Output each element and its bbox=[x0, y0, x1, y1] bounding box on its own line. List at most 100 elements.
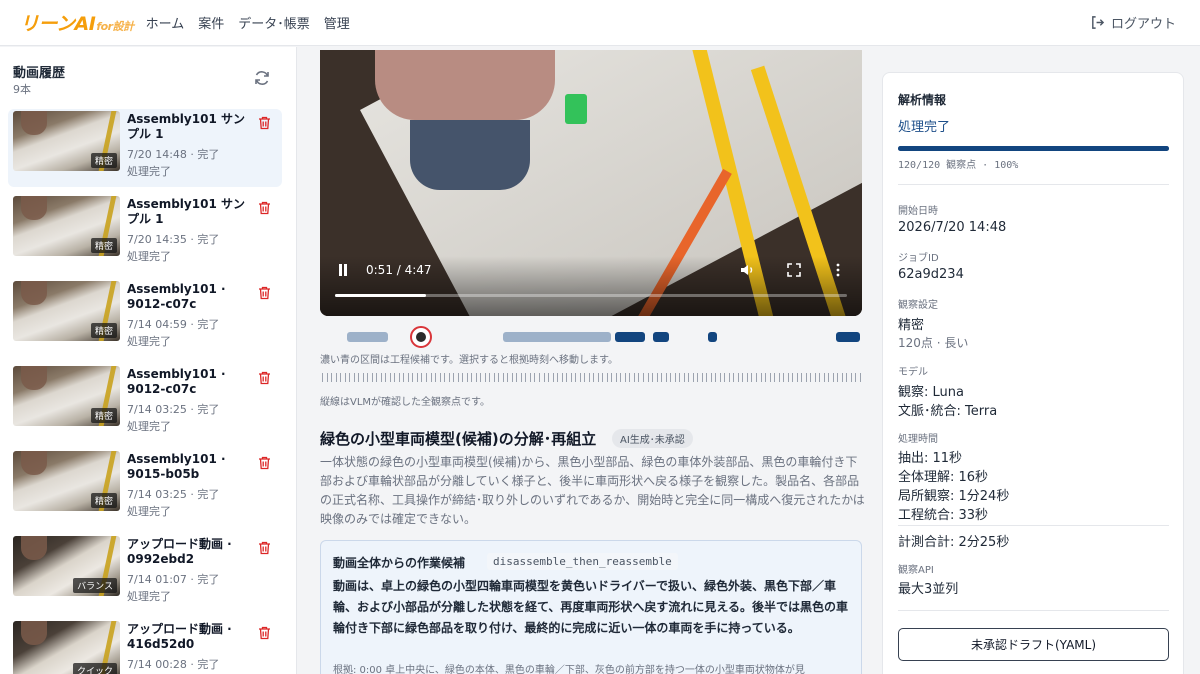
observation-tick bbox=[548, 373, 550, 382]
divider bbox=[898, 610, 1169, 611]
process-timeline[interactable] bbox=[320, 326, 862, 348]
video-date: 7/20 14:35 · 完了 bbox=[127, 233, 220, 246]
trash-icon[interactable] bbox=[258, 626, 271, 640]
observation-tick bbox=[746, 373, 748, 382]
trash-icon[interactable] bbox=[258, 456, 271, 470]
observation-tick bbox=[416, 373, 418, 382]
observation-tick bbox=[421, 373, 423, 382]
video-item[interactable]: クイック アップロード動画 · 416d52d0 7/14 00:28 · 完了 bbox=[8, 619, 282, 674]
observation-tick bbox=[620, 373, 622, 382]
nav-projects[interactable]: 案件 bbox=[198, 13, 224, 32]
trash-icon[interactable] bbox=[258, 541, 271, 555]
draft-yaml-button[interactable]: 未承認ドラフト(YAML) bbox=[898, 628, 1169, 661]
observation-tick bbox=[697, 373, 699, 382]
timeline-segment[interactable] bbox=[347, 332, 388, 342]
video-frame-person-legs bbox=[410, 120, 530, 190]
video-item[interactable]: 精密 Assembly101 · 9015-b05b 7/14 03:25 · … bbox=[8, 449, 282, 527]
ai-draft-tag: AI生成･未承認 bbox=[612, 429, 693, 448]
playhead-marker[interactable] bbox=[409, 326, 432, 348]
logout-icon bbox=[1092, 16, 1105, 29]
total-time: 計測合計: 2分25秒 bbox=[898, 535, 1010, 550]
fullscreen-icon[interactable] bbox=[787, 263, 801, 277]
observation-tick bbox=[593, 373, 595, 382]
observation-tick bbox=[765, 373, 767, 382]
observation-tick bbox=[652, 373, 654, 382]
video-item[interactable]: 精密 Assembly101 サンプル 1 7/20 14:48 · 完了 処理… bbox=[8, 109, 282, 187]
observation-tick bbox=[502, 373, 504, 382]
observation-tick bbox=[570, 373, 572, 382]
observation-tick bbox=[665, 373, 667, 382]
timeline-segment[interactable] bbox=[614, 332, 646, 342]
playback-time: 0:51 / 4:47 bbox=[366, 263, 432, 277]
observation-tick bbox=[796, 373, 798, 382]
video-item[interactable]: 精密 Assembly101 サンプル 1 7/20 14:35 · 完了 処理… bbox=[8, 194, 282, 272]
observation-tick bbox=[760, 373, 762, 382]
timeline-segment[interactable] bbox=[707, 332, 718, 342]
card-heading: 動画全体からの作業候補 bbox=[333, 556, 466, 570]
observation-tick bbox=[783, 373, 785, 382]
video-status: 処理完了 bbox=[127, 505, 171, 518]
volume-icon[interactable] bbox=[740, 263, 756, 277]
refresh-icon[interactable] bbox=[253, 69, 271, 87]
timeline-segment[interactable] bbox=[835, 332, 861, 342]
timeline-segment[interactable] bbox=[653, 332, 670, 342]
video-status: 処理完了 bbox=[127, 590, 171, 603]
video-title: アップロード動画 · 0992ebd2 bbox=[127, 537, 232, 566]
video-thumbnail: 精密 bbox=[13, 281, 120, 341]
observation-tick bbox=[751, 373, 753, 382]
observation-tick bbox=[629, 373, 631, 382]
trash-icon[interactable] bbox=[258, 371, 271, 385]
observation-tick bbox=[412, 373, 414, 382]
trash-icon[interactable] bbox=[258, 286, 271, 300]
logout-button[interactable]: ログアウト bbox=[1090, 13, 1176, 32]
observation-tick bbox=[349, 373, 351, 382]
observation-tick bbox=[801, 373, 803, 382]
trash-icon[interactable] bbox=[258, 116, 271, 130]
app-logo[interactable]: リーンAI for設計 bbox=[20, 9, 134, 36]
observation-tick bbox=[353, 373, 355, 382]
observation-tick bbox=[425, 373, 427, 382]
observation-tick bbox=[597, 373, 599, 382]
nav-data-reports[interactable]: データ･帳票 bbox=[238, 13, 310, 32]
pause-icon[interactable] bbox=[337, 264, 349, 277]
candidate-title: 緑色の小型車両模型(候補)の分解･再組立 bbox=[320, 430, 597, 448]
video-item[interactable]: 精密 Assembly101 · 9012-c07c 7/14 04:59 · … bbox=[8, 279, 282, 357]
observation-tick bbox=[584, 373, 586, 382]
seek-bar[interactable] bbox=[335, 294, 847, 297]
card-code: disassemble_then_reassemble bbox=[487, 553, 678, 570]
model-observe: 観察: Luna bbox=[898, 385, 964, 400]
nav-admin[interactable]: 管理 bbox=[324, 13, 350, 32]
observation-tick bbox=[706, 373, 708, 382]
video-title: Assembly101 · 9012-c07c bbox=[127, 282, 226, 311]
candidate-description: 一体状態の緑色の小型車両模型(候補)から、黒色小型部品、緑色の車体外装部品、黒色… bbox=[320, 455, 865, 526]
observation-tick bbox=[602, 373, 604, 382]
observation-tick bbox=[520, 373, 522, 382]
observation-tick bbox=[679, 373, 681, 382]
card-body: 動画は、卓上の緑色の小型四輪車両模型を黄色いドライバーで扱い、緑色外装、黒色下部… bbox=[333, 579, 849, 635]
observation-tick bbox=[692, 373, 694, 382]
trash-icon[interactable] bbox=[258, 201, 271, 215]
observation-tick bbox=[462, 373, 464, 382]
observation-tick bbox=[787, 373, 789, 382]
observation-tick bbox=[407, 373, 409, 382]
observation-tick bbox=[430, 373, 432, 382]
observation-tick bbox=[742, 373, 744, 382]
tick-note: 縦線はVLMが確認した全観察点です。 bbox=[320, 397, 491, 408]
observation-tick bbox=[769, 373, 771, 382]
observation-tick bbox=[642, 373, 644, 382]
observation-tick bbox=[362, 373, 364, 382]
observation-tick bbox=[841, 373, 843, 382]
observation-tick bbox=[534, 373, 536, 382]
observation-tick bbox=[371, 373, 373, 382]
nav-home[interactable]: ホーム bbox=[146, 13, 185, 32]
time-label: 処理時間 bbox=[898, 434, 938, 445]
video-item[interactable]: バランス アップロード動画 · 0992ebd2 7/14 01:07 · 完了… bbox=[8, 534, 282, 612]
timeline-segment[interactable] bbox=[503, 332, 612, 342]
video-item[interactable]: 精密 Assembly101 · 9012-c07c 7/14 03:25 · … bbox=[8, 364, 282, 442]
observation-tick bbox=[661, 373, 663, 382]
observation-tick bbox=[326, 373, 328, 382]
video-player[interactable]: 0:51 / 4:47 bbox=[320, 50, 862, 316]
observation-tick bbox=[444, 373, 446, 382]
video-thumbnail: 精密 bbox=[13, 366, 120, 426]
more-options-icon[interactable] bbox=[834, 263, 842, 277]
